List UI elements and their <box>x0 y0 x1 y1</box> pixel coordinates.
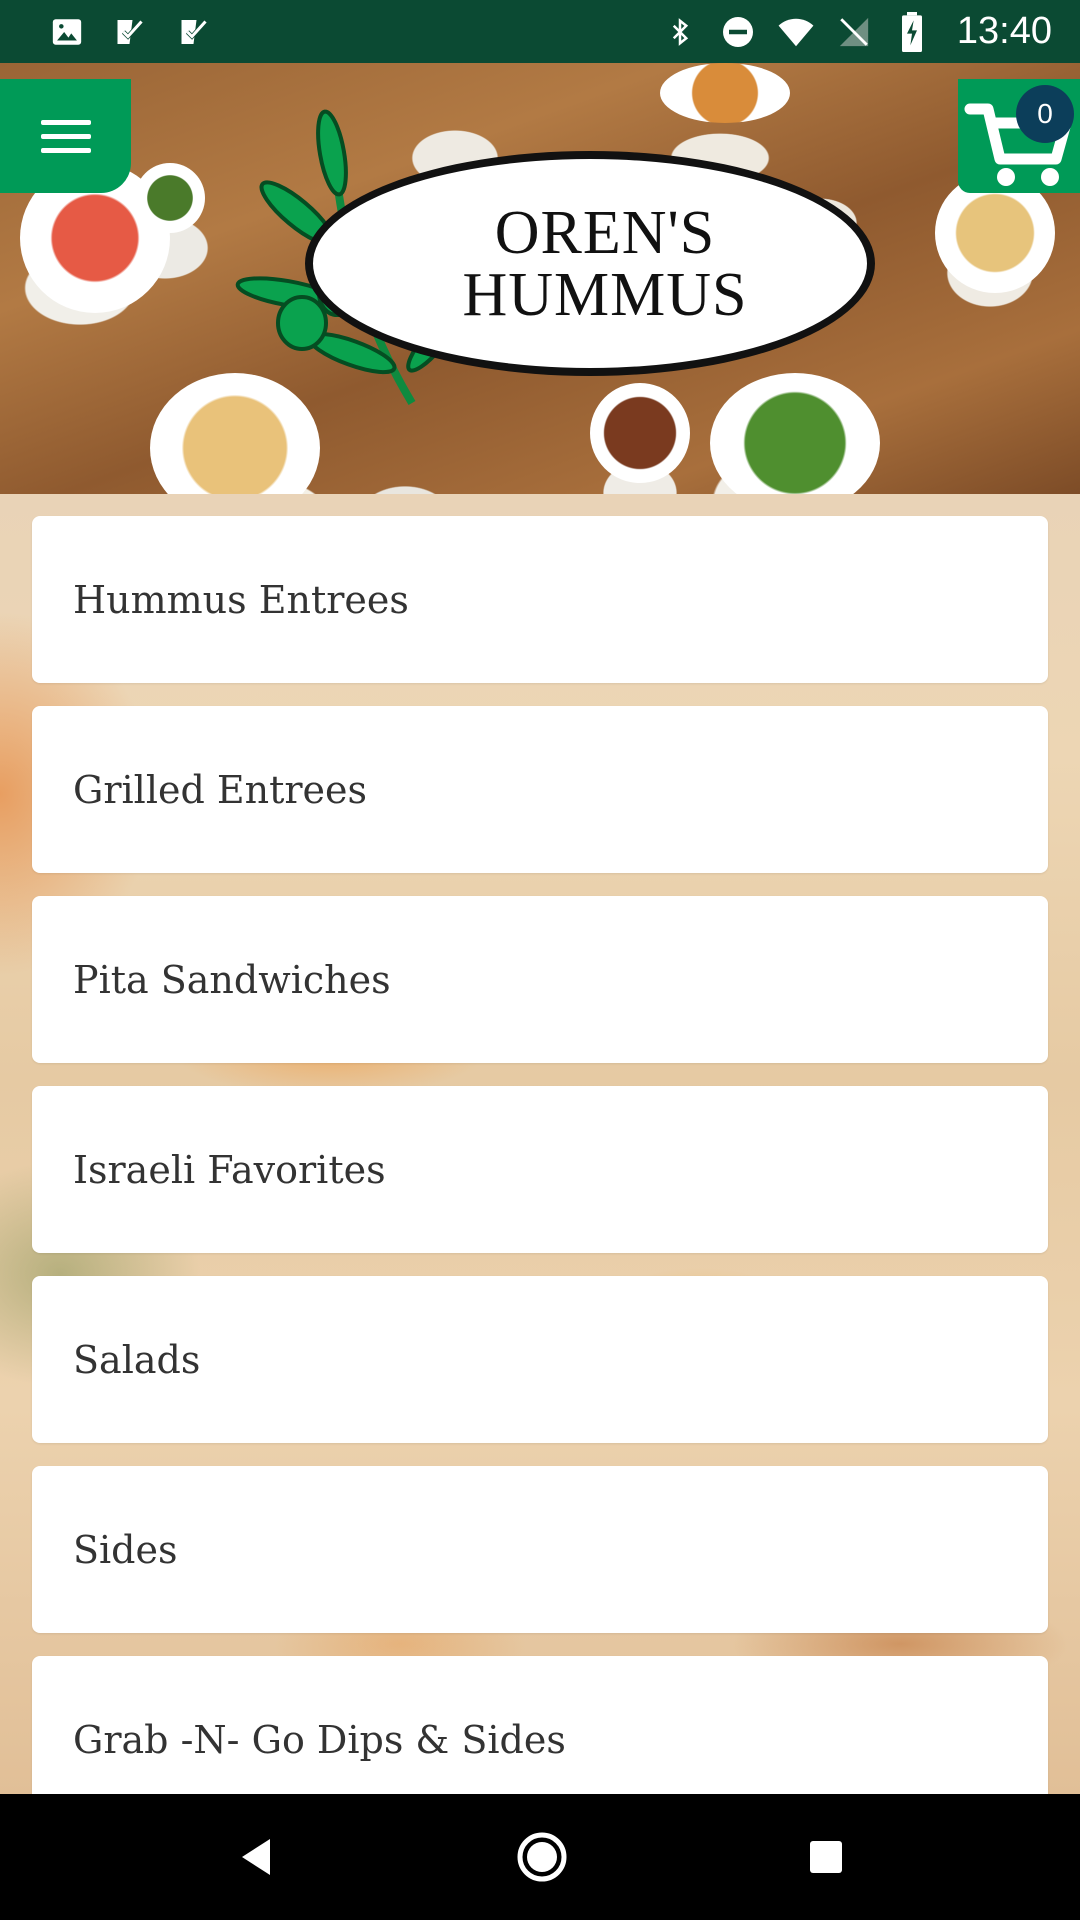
hamburger-menu-icon <box>40 111 91 162</box>
recents-icon[interactable] <box>808 1839 844 1875</box>
category-label: Grilled Entrees <box>73 767 367 812</box>
status-bar: 13:40 <box>0 0 1080 63</box>
plate-image <box>710 373 880 494</box>
category-label: Grab -N- Go Dips & Sides <box>73 1717 566 1762</box>
wifi-icon <box>777 13 815 51</box>
status-time: 13:40 <box>956 10 1052 52</box>
navigation-bar <box>0 1794 1080 1920</box>
logo-text-line1: OREN'S <box>494 198 716 267</box>
do-not-disturb-icon <box>719 13 757 51</box>
status-left-icons <box>48 13 214 51</box>
plate-image <box>590 383 690 483</box>
category-label: Israeli Favorites <box>73 1147 386 1192</box>
check-task-icon <box>112 13 150 51</box>
plate-image <box>660 63 790 123</box>
image-icon <box>48 13 86 51</box>
category-salads[interactable]: Salads <box>32 1276 1048 1443</box>
category-label: Sides <box>73 1527 178 1572</box>
check-task-icon <box>176 13 214 51</box>
menu-button[interactable] <box>0 79 131 193</box>
menu-content: Hummus Entrees Grilled Entrees Pita Sand… <box>0 494 1080 1794</box>
status-right-icons: 13:40 <box>661 10 1052 53</box>
hero-banner: OREN'S HUMMUS <box>0 63 1080 494</box>
battery-charging-icon <box>893 11 931 52</box>
cart-count-badge: 0 <box>1016 85 1074 143</box>
category-hummus-entrees[interactable]: Hummus Entrees <box>32 516 1048 683</box>
bluetooth-icon <box>661 13 699 51</box>
home-icon[interactable] <box>516 1831 568 1883</box>
back-icon[interactable] <box>236 1835 276 1879</box>
category-label: Hummus Entrees <box>73 577 409 622</box>
restaurant-logo: OREN'S HUMMUS <box>305 151 875 376</box>
category-grab-n-go[interactable]: Grab -N- Go Dips & Sides <box>32 1656 1048 1794</box>
category-pita-sandwiches[interactable]: Pita Sandwiches <box>32 896 1048 1063</box>
category-grilled-entrees[interactable]: Grilled Entrees <box>32 706 1048 873</box>
category-israeli-favorites[interactable]: Israeli Favorites <box>32 1086 1048 1253</box>
category-sides[interactable]: Sides <box>32 1466 1048 1633</box>
category-list: Hummus Entrees Grilled Entrees Pita Sand… <box>32 516 1048 1794</box>
category-label: Pita Sandwiches <box>73 957 391 1002</box>
category-label: Salads <box>73 1337 201 1382</box>
logo-text-line2: HUMMUS <box>462 260 748 329</box>
plate-image <box>135 163 205 233</box>
no-sim-icon <box>835 13 873 51</box>
